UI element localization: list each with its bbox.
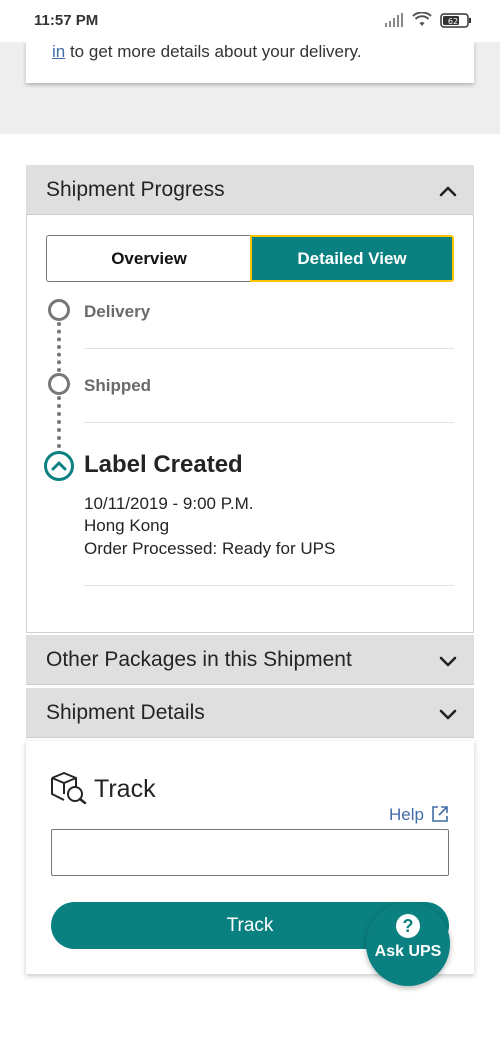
- chevron-up-icon: [439, 186, 457, 197]
- chevron-up-circle-icon[interactable]: [44, 451, 74, 481]
- other-packages-header[interactable]: Other Packages in this Shipment: [26, 635, 474, 685]
- login-notice-card: in to get more details about your delive…: [26, 42, 474, 83]
- package-search-icon: [51, 772, 87, 804]
- timeline-step-icon: [48, 299, 70, 321]
- battery-level: 62: [448, 17, 458, 26]
- step-shipped-label: Shipped: [84, 376, 152, 395]
- active-step-location: Hong Kong: [84, 516, 170, 535]
- view-toggle: Overview Detailed View: [46, 235, 454, 282]
- help-link[interactable]: Help: [389, 805, 424, 825]
- wifi-icon: [412, 12, 432, 26]
- login-notice-rest: to get more details about your delivery.: [65, 42, 362, 61]
- status-bar: 11:57 PM 62: [0, 0, 500, 42]
- shipment-progress-title: Shipment Progress: [46, 178, 225, 201]
- active-step-status: Order Processed: Ready for UPS: [84, 539, 336, 558]
- divider: [84, 585, 454, 586]
- track-title: Track: [94, 775, 156, 803]
- ask-ups-button[interactable]: ? Ask UPS: [366, 902, 450, 986]
- status-icons: 62: [384, 12, 472, 28]
- login-link[interactable]: in: [52, 42, 65, 61]
- ask-ups-label: Ask UPS: [374, 943, 442, 960]
- signal-icon: [385, 13, 403, 27]
- active-step-datetime: 10/11/2019 - 9:00 P.M.: [84, 494, 254, 513]
- status-time: 11:57 PM: [34, 12, 99, 29]
- detailed-view-tab[interactable]: Detailed View: [250, 235, 454, 282]
- chevron-down-icon: [439, 656, 457, 667]
- login-notice-text: in to get more details about your delive…: [52, 42, 362, 62]
- step-delivery-label: Delivery: [84, 302, 151, 321]
- timeline-connector: [57, 322, 61, 372]
- divider: [84, 422, 454, 423]
- overview-tab[interactable]: Overview: [46, 235, 251, 282]
- shipment-progress-header[interactable]: Shipment Progress: [26, 165, 474, 215]
- timeline-connector: [57, 396, 61, 448]
- divider: [84, 348, 454, 349]
- help-question-icon: ?: [396, 914, 420, 938]
- other-packages-title: Other Packages in this Shipment: [46, 648, 352, 671]
- shipment-details-header[interactable]: Shipment Details: [26, 688, 474, 738]
- tracking-number-input[interactable]: [51, 829, 449, 876]
- timeline-step-icon: [48, 373, 70, 395]
- active-step-title: Label Created: [84, 451, 243, 478]
- battery-icon: 62: [440, 12, 471, 28]
- chevron-down-icon: [439, 709, 457, 720]
- shipment-details-title: Shipment Details: [46, 701, 205, 724]
- external-link-icon[interactable]: [430, 804, 450, 824]
